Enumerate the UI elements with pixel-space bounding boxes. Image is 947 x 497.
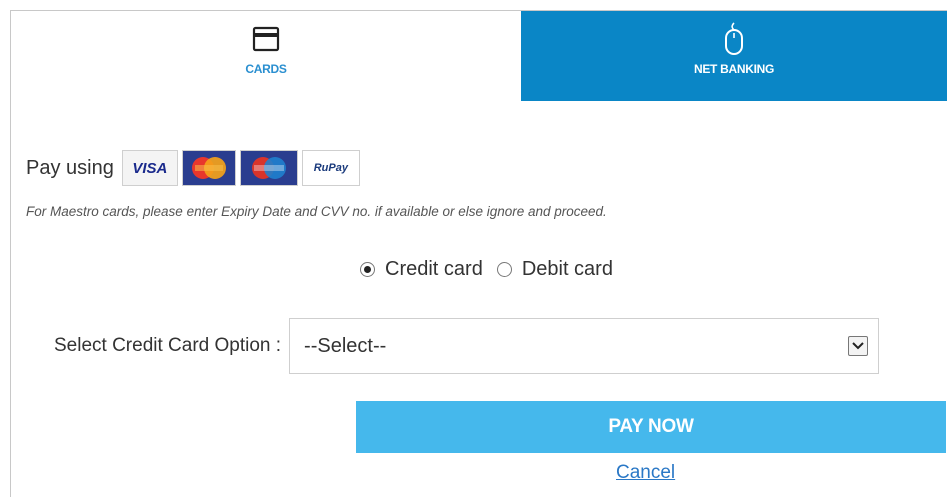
select-credit-card-label: Select Credit Card Option : [54,335,282,356]
visa-logo: VISA [121,150,178,186]
credit-card-label: Credit card [385,258,483,280]
rupay-logo: RuPay [301,150,360,186]
debit-card-radio[interactable] [496,262,512,277]
credit-card-radio[interactable] [360,262,375,277]
tab-net-banking[interactable]: NET BANKING [521,11,947,101]
pay-using-row: Pay using VISA RuPay [26,150,364,186]
rupay-logo-text: RuPay [313,162,348,174]
card-icon [252,21,280,57]
select-value: --Select-- [304,334,387,357]
credit-card-option-select[interactable]: --Select-- [289,318,880,374]
maestro-note: For Maestro cards, please enter Expiry D… [26,204,607,219]
debit-card-option[interactable]: Debit card [496,258,613,281]
cancel-link[interactable]: Cancel [616,462,675,484]
mastercard-logo [181,150,236,186]
debit-card-label: Debit card [521,258,613,280]
card-type-radio-group: Credit card Debit card [360,258,613,281]
chevron-down-icon[interactable] [848,336,869,356]
maestro-logo [239,150,298,186]
mouse-icon [723,21,745,57]
visa-logo-text: VISA [132,159,168,177]
credit-card-option[interactable]: Credit card [360,258,483,281]
tab-cards-label: CARDS [245,62,287,76]
tab-net-banking-label: NET BANKING [693,62,775,76]
credit-card-option-row: Select Credit Card Option : --Select-- [54,318,880,374]
pay-using-label: Pay using [26,156,114,179]
pay-now-button[interactable]: PAY NOW [356,401,946,453]
tab-cards[interactable]: CARDS [11,11,521,101]
payment-tabs: CARDS NET BANKING [11,11,947,101]
